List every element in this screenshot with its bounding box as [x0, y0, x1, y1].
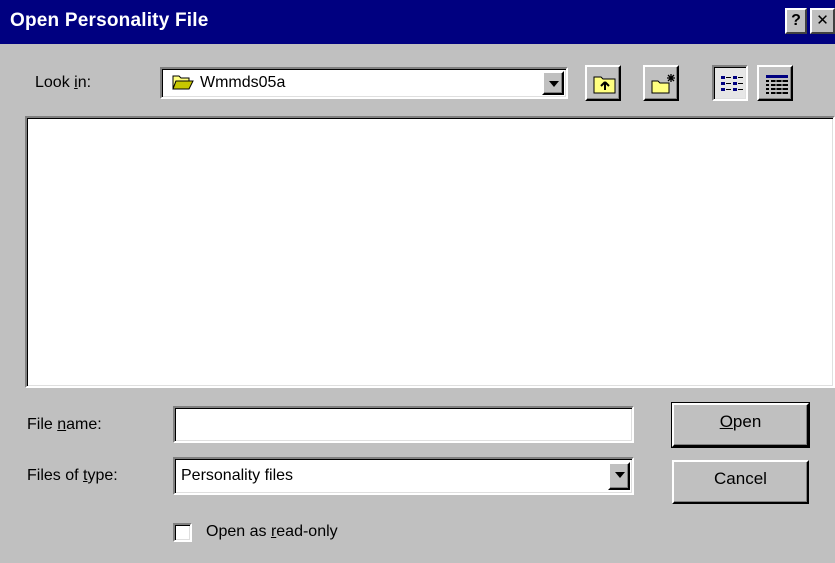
list-view-icon	[721, 76, 743, 91]
file-list[interactable]	[25, 116, 835, 388]
open-folder-icon	[172, 73, 194, 96]
cancel-button[interactable]: Cancel	[672, 460, 809, 504]
new-folder-icon	[651, 74, 675, 94]
create-new-folder-button[interactable]	[643, 65, 679, 101]
details-view-button[interactable]	[757, 65, 793, 101]
file-type-value: Personality files	[181, 467, 294, 484]
up-one-level-button[interactable]	[585, 65, 621, 101]
look-in-dropdown[interactable]: Wmmds05a	[160, 67, 568, 99]
file-name-label: File name:	[27, 416, 102, 433]
file-type-dropdown[interactable]: Personality files	[173, 457, 634, 495]
read-only-checkbox[interactable]	[173, 523, 192, 542]
window-title: Open Personality File	[10, 10, 209, 31]
details-view-icon	[766, 75, 788, 95]
help-button[interactable]: ?	[785, 8, 807, 34]
look-in-label: Look in:	[35, 74, 92, 91]
file-type-dropdown-arrow[interactable]	[608, 462, 630, 490]
file-type-label: Files of type:	[27, 467, 118, 484]
open-button[interactable]: Open	[671, 402, 810, 448]
list-view-button[interactable]	[712, 65, 748, 101]
close-button[interactable]: ✕	[810, 8, 835, 34]
read-only-label[interactable]: Open as read-only	[206, 522, 338, 542]
look-in-dropdown-arrow[interactable]	[542, 71, 564, 95]
look-in-value: Wmmds05a	[200, 74, 286, 91]
up-folder-icon	[593, 76, 616, 94]
file-name-input[interactable]	[173, 406, 634, 443]
